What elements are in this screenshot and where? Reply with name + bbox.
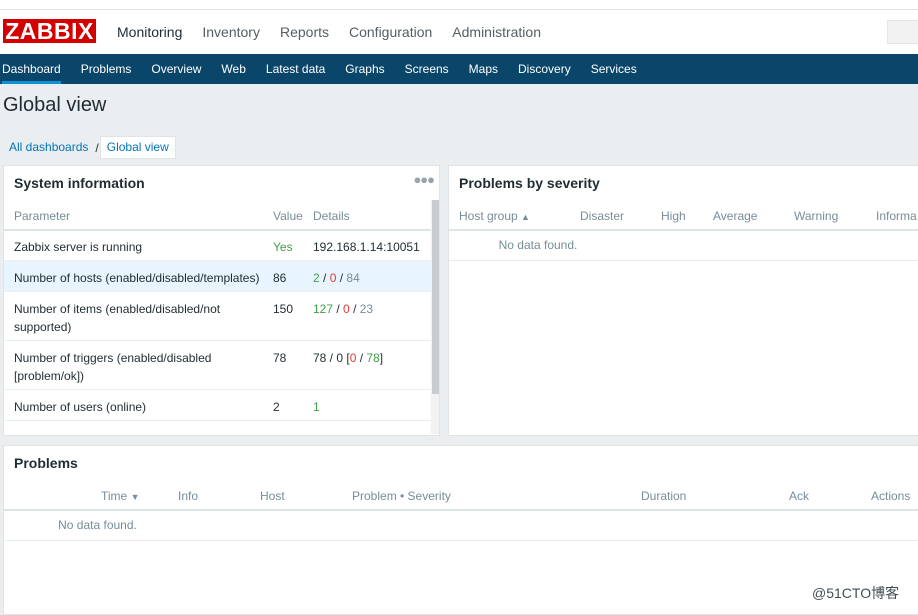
widget-title: System information: [14, 175, 145, 191]
row-parameter: Number of items (enabled/disabled/not su…: [14, 302, 221, 334]
column-header-ack: Ack: [789, 489, 810, 503]
row-value: 2: [273, 400, 280, 414]
problems-by-severity-widget: Problems by severity Host group ▲ Disast…: [448, 165, 918, 436]
more-dots-icon[interactable]: ●●●: [413, 172, 435, 187]
column-header-high: High: [661, 209, 686, 223]
column-header-parameter: Parameter: [14, 209, 71, 223]
sub-menu: Dashboard Problems Overview Web Latest d…: [0, 54, 918, 84]
empty-row: No data found.: [449, 230, 918, 261]
column-header-value: Value: [273, 209, 303, 223]
sub-menu-graphs[interactable]: Graphs: [345, 54, 394, 84]
table-row: Number of users (online) 2 1: [4, 390, 439, 421]
main-menu-administration[interactable]: Administration: [445, 10, 548, 54]
column-header-actions: Actions: [871, 489, 911, 503]
breadcrumb-global-view[interactable]: Global view: [99, 136, 176, 159]
widget-title: Problems: [14, 455, 78, 471]
column-header-average: Average: [713, 209, 758, 223]
sub-menu-dashboard[interactable]: Dashboard: [2, 54, 71, 84]
system-information-widget: System information ●●● Parameter Value D…: [3, 165, 440, 436]
zabbix-logo[interactable]: ZABBIX: [2, 18, 97, 44]
scrollbar-thumb[interactable]: [432, 200, 439, 394]
row-parameter: Number of users (online): [14, 400, 147, 414]
row-parameter: Number of triggers (enabled/disabled [pr…: [14, 351, 212, 383]
row-details: 2 / 0 / 84: [313, 271, 360, 285]
table-header: Time ▼ Info Host Problem • Severity Dura…: [4, 483, 918, 511]
widget-title: Problems by severity: [459, 175, 600, 191]
no-data-message: No data found.: [58, 518, 137, 532]
column-header-details: Details: [313, 209, 350, 223]
row-parameter: Zabbix server is running: [14, 240, 143, 254]
column-header-duration: Duration: [641, 489, 687, 503]
problems-widget: Problems Time ▼ Info Host Problem • Seve…: [3, 445, 918, 615]
sort-asc-icon: ▲: [521, 212, 530, 222]
column-header-disaster: Disaster: [580, 209, 625, 223]
row-parameter: Number of hosts (enabled/disabled/templa…: [14, 271, 260, 285]
scrollbar[interactable]: [431, 200, 439, 434]
search-input[interactable]: [887, 20, 918, 44]
no-data-message: No data found.: [498, 238, 578, 252]
top-header: ZABBIX Monitoring Inventory Reports Conf…: [0, 10, 918, 54]
sub-menu-screens[interactable]: Screens: [405, 54, 459, 84]
row-details: 127 / 0 / 23: [313, 302, 374, 316]
column-header-host-group[interactable]: Host group ▲: [459, 209, 530, 223]
sub-menu-problems[interactable]: Problems: [81, 54, 142, 84]
column-header-info: Info: [178, 489, 199, 503]
table-row: Zabbix server is running Yes 192.168.1.1…: [4, 230, 439, 261]
table-row: Number of triggers (enabled/disabled [pr…: [4, 341, 439, 390]
main-menu-configuration[interactable]: Configuration: [342, 10, 439, 54]
sub-menu-maps[interactable]: Maps: [469, 54, 508, 84]
watermark-text: @51CTO博客: [812, 585, 900, 601]
main-menu-reports[interactable]: Reports: [273, 10, 336, 54]
breadcrumb-all-dashboards[interactable]: All dashboards: [3, 137, 94, 158]
table-header: Host group ▲ Disaster High Average Warni…: [449, 203, 918, 231]
sub-menu-overview[interactable]: Overview: [151, 54, 211, 84]
column-header-warning: Warning: [794, 209, 839, 223]
empty-row: No data found.: [4, 510, 918, 541]
main-menu: Monitoring Inventory Reports Configurati…: [110, 10, 554, 54]
main-menu-monitoring[interactable]: Monitoring: [110, 10, 189, 54]
sub-menu-web[interactable]: Web: [221, 54, 255, 84]
row-details: 1: [313, 400, 320, 414]
column-header-time[interactable]: Time ▼: [101, 489, 140, 503]
row-details: 192.168.1.14:10051: [313, 240, 420, 254]
column-header-problem-severity[interactable]: Problem • Severity: [352, 489, 451, 503]
sub-menu-discovery[interactable]: Discovery: [518, 54, 581, 84]
sub-menu-latest-data[interactable]: Latest data: [266, 54, 335, 84]
sort-desc-icon: ▼: [130, 492, 140, 502]
column-header-information: Informa: [876, 209, 917, 223]
main-menu-inventory[interactable]: Inventory: [195, 10, 267, 54]
table-row: Number of hosts (enabled/disabled/templa…: [4, 261, 439, 292]
sub-menu-services[interactable]: Services: [591, 54, 647, 84]
column-header-host[interactable]: Host: [260, 489, 285, 503]
row-value: 86: [273, 271, 287, 285]
table-header: Parameter Value Details: [4, 203, 439, 231]
table-row: Number of items (enabled/disabled/not su…: [4, 292, 439, 341]
row-value: 78: [273, 351, 287, 365]
page-title: Global view: [3, 94, 107, 116]
row-value: 150: [273, 302, 294, 316]
row-details: 78 / 0 [0 / 78]: [313, 351, 384, 365]
breadcrumb: All dashboards / Global view: [3, 136, 176, 159]
browser-top-strip: [0, 0, 918, 10]
row-value: Yes: [273, 240, 293, 254]
